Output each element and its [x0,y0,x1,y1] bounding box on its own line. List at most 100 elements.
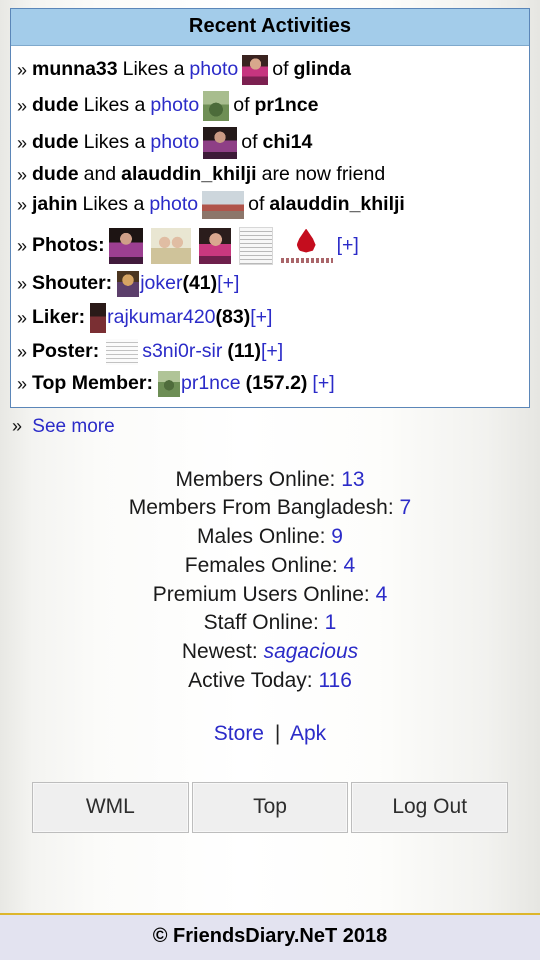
stat-value[interactable]: sagacious [264,640,359,663]
shouter-avatar[interactable] [117,270,140,297]
shouter-count: (41) [182,271,218,294]
activity-mid: of [272,58,289,81]
bullet-icon: » [17,60,28,80]
bullet-icon: » [17,373,28,394]
activity-row: » munna33 Likes a photo of glinda [17,52,523,88]
bullet-icon: » [17,194,28,215]
stat-label: Newest: [181,640,258,664]
poster-avatar[interactable] [106,338,139,365]
photos-expand-link[interactable]: [+] [337,235,359,256]
stat-value[interactable]: 1 [325,611,337,634]
stat-label: Males Online: [197,525,326,549]
stat-value[interactable]: 9 [331,525,343,548]
site-stats: Members Online: 13 Members From Banglade… [0,466,540,696]
activity-verb: and [83,163,117,185]
shouter-label: Shouter: [32,271,113,294]
activity-target: are now friend [261,163,386,185]
bullet-icon: » [17,164,28,185]
bullet-icon: » [17,273,28,294]
stat-value[interactable]: 116 [318,669,351,692]
activity-actor[interactable]: jahin [32,194,78,215]
photo-thumb-1[interactable] [108,227,143,264]
poster-name[interactable]: s3ni0r-sir [142,341,222,362]
activity-mid: of [248,192,265,215]
liker-expand-link[interactable]: [+] [250,307,272,328]
bullet-icon: » [17,96,28,116]
photo-thumb-2[interactable] [150,227,191,264]
activity-photo-link[interactable]: photo [150,96,199,116]
stat-members-from-bangladesh: Members From Bangladesh: 7 [0,494,540,523]
stat-active-today: Active Today: 116 [0,667,540,696]
activity-target[interactable]: alauddin_khilji [269,194,404,215]
see-more-row: » See more [0,408,540,438]
activity-actor[interactable]: dude [32,164,79,185]
liker-name[interactable]: rajkumar420 [107,307,215,328]
activity-mid: of [233,94,250,117]
activity-actor[interactable]: dude [32,133,79,153]
link-divider: | [274,721,281,745]
wml-button[interactable]: WML [32,781,189,833]
see-more-link[interactable]: See more [32,416,114,437]
bullet-icon: » [17,133,28,153]
activity-verb: Likes a [83,131,146,154]
photo-thumb-3[interactable] [198,227,231,264]
stat-females-online: Females Online: 4 [0,552,540,581]
blood-donation-icon[interactable] [280,228,333,264]
bullet-icon: » [12,415,23,436]
poster-label: Poster: [32,339,100,362]
photo-thumb-alauddin[interactable] [202,190,245,219]
shouter-expand-link[interactable]: [+] [217,273,239,294]
activity-friend[interactable]: alauddin_khilji [121,164,256,185]
shouter-row: » Shouter: joker (41) [+] [17,268,523,300]
bottom-button-row: WML Top Log Out [32,781,509,833]
photo-thumb-glinda[interactable] [242,55,269,85]
photo-thumb-chi14[interactable] [203,127,238,159]
stat-label: Staff Online: [203,611,319,635]
activity-photo-link[interactable]: photo [149,194,198,215]
liker-avatar[interactable] [90,302,107,333]
stat-staff-online: Staff Online: 1 [0,609,540,638]
activity-target[interactable]: pr1nce [254,96,318,116]
activity-actor[interactable]: dude [32,96,79,116]
apk-link[interactable]: Apk [290,722,326,745]
activity-verb: Likes a [122,58,185,81]
store-link[interactable]: Store [214,722,264,745]
stat-label: Active Today: [188,668,313,692]
activity-verb: Likes a [82,192,145,215]
photo-thumb-4-document[interactable] [238,226,273,265]
activity-row: » dude and alauddin_khilji are now frien… [17,162,523,188]
liker-count: (83) [215,305,251,328]
stat-label: Females Online: [184,553,338,577]
activity-photo-link[interactable]: photo [189,60,238,80]
stat-value[interactable]: 7 [400,496,412,519]
stat-value[interactable]: 4 [376,583,388,606]
top-member-expand-link[interactable]: [+] [312,373,334,394]
bullet-icon: » [17,307,28,328]
liker-label: Liker: [32,305,86,328]
store-apk-links: Store | Apk [0,722,540,746]
stat-value[interactable]: 13 [341,468,364,491]
activity-target[interactable]: glinda [294,60,351,80]
poster-expand-link[interactable]: [+] [261,341,283,362]
top-member-avatar[interactable] [158,370,180,397]
activity-target[interactable]: chi14 [262,133,312,153]
photo-thumb-pr1nce[interactable] [203,91,230,121]
activity-actor[interactable]: munna33 [32,60,118,80]
panel-body: » munna33 Likes a photo of glinda » dude… [11,46,529,407]
activity-mid: of [241,131,258,154]
liker-row: » Liker: rajkumar420 (83) [+] [17,300,523,336]
photos-label: Photos: [32,233,105,256]
top-member-name[interactable]: pr1nce [181,373,241,394]
stat-label: Premium Users Online: [152,582,370,606]
top-button[interactable]: Top [191,781,349,833]
logout-button[interactable]: Log Out [351,781,509,833]
stat-value[interactable]: 4 [344,554,356,577]
activity-verb: Likes a [83,94,146,117]
activity-row: » jahin Likes a photo of alauddin_khilji [17,188,523,222]
top-member-count: (157.2) [245,371,308,394]
top-member-row: » Top Member: pr1nce (157.2) [+] [17,368,523,400]
activity-photo-link[interactable]: photo [150,133,199,153]
stat-males-online: Males Online: 9 [0,523,540,552]
shouter-name[interactable]: joker [140,273,182,294]
photos-row: » Photos: [+] [17,222,523,268]
